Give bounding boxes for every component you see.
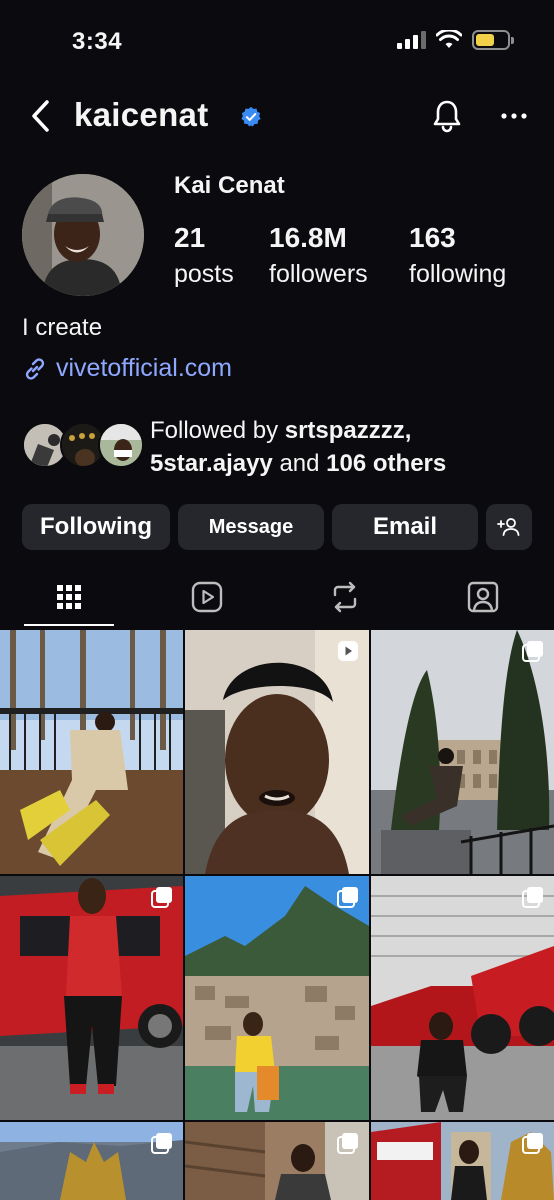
- mutual-user-2[interactable]: 5star.ajayy: [150, 450, 273, 477]
- status-bar: 3:34: [0, 0, 554, 84]
- profile-link-text[interactable]: vivetofficial.com: [56, 354, 232, 383]
- stat-following-count: 163: [409, 222, 456, 253]
- followed-by-text: Followed by srtspazzzz, 5star.ajayy and …: [150, 414, 550, 480]
- profile-header: kaicenat: [0, 86, 554, 146]
- post-thumbnail: [371, 876, 554, 1120]
- stat-followers-label: followers: [269, 260, 368, 288]
- posts-grid: [0, 630, 554, 1200]
- tagged-icon: [467, 581, 499, 613]
- more-options-button[interactable]: [494, 96, 534, 136]
- stat-followers[interactable]: 16.8M followers: [269, 222, 368, 290]
- message-button[interactable]: Message: [178, 504, 324, 550]
- multiple-photos-icon: [151, 887, 172, 908]
- multiple-photos-icon: [151, 1133, 172, 1154]
- multiple-photos-icon: [522, 887, 543, 908]
- mutual-avatars: [22, 422, 144, 470]
- verified-badge-icon: [241, 106, 261, 127]
- post-thumbnail: [185, 876, 369, 1120]
- suggested-people-button[interactable]: [486, 504, 532, 550]
- profile-bio: I create: [22, 314, 103, 341]
- repost-icon: [333, 581, 357, 613]
- stat-following-label: following: [409, 260, 507, 288]
- followed-by-row[interactable]: Followed by srtspazzzz, 5star.ajayy and …: [22, 414, 542, 478]
- profile-tabs: [0, 566, 554, 628]
- post-tile-4[interactable]: [0, 876, 183, 1120]
- profile-actions: Following Message Email: [22, 504, 534, 550]
- multiple-photos-icon: [337, 1133, 358, 1154]
- following-button[interactable]: Following: [22, 504, 170, 550]
- battery-icon: [472, 30, 514, 50]
- tab-reposts[interactable]: [276, 566, 414, 628]
- stat-posts[interactable]: 21 posts: [174, 222, 234, 290]
- post-tile-3[interactable]: [371, 630, 554, 874]
- status-icons: [397, 30, 514, 50]
- post-tile-6[interactable]: [371, 876, 554, 1120]
- stat-posts-count: 21: [174, 222, 206, 253]
- profile-avatar[interactable]: [22, 174, 144, 296]
- tab-tagged[interactable]: [414, 566, 552, 628]
- post-tile-1[interactable]: [0, 630, 183, 874]
- mutual-avatar-3: [98, 422, 144, 468]
- status-time: 3:34: [72, 28, 123, 55]
- tab-reels[interactable]: [138, 566, 276, 628]
- stat-following[interactable]: 163 following: [409, 222, 506, 290]
- mutual-user-1[interactable]: srtspazzzz,: [285, 417, 412, 444]
- multiple-photos-icon: [522, 1133, 543, 1154]
- profile-link[interactable]: vivetofficial.com: [22, 354, 232, 383]
- tab-posts-grid[interactable]: [0, 566, 138, 628]
- post-thumbnail: [0, 876, 183, 1120]
- active-tab-indicator: [24, 624, 114, 626]
- profile-username: kaicenat: [74, 96, 209, 133]
- reels-icon: [191, 581, 223, 613]
- profile-display-name: Kai Cenat: [174, 172, 285, 199]
- cellular-signal-icon: [397, 31, 426, 49]
- bell-icon: [433, 100, 461, 133]
- notifications-button[interactable]: [428, 96, 466, 136]
- grid-icon: [57, 585, 81, 609]
- wifi-icon: [436, 30, 462, 48]
- add-person-icon: [497, 518, 520, 536]
- email-button[interactable]: Email: [332, 504, 478, 550]
- post-thumbnail: [0, 630, 183, 874]
- more-horizontal-icon: [501, 113, 527, 119]
- link-icon: [25, 357, 45, 380]
- post-tile-8[interactable]: [185, 1122, 369, 1200]
- mutual-others-count[interactable]: 106 others: [326, 450, 446, 477]
- avatar-photo: [22, 174, 144, 296]
- reel-indicator-icon: [338, 641, 358, 661]
- multiple-photos-icon: [522, 641, 543, 662]
- chevron-left-icon: [32, 100, 49, 132]
- post-thumbnail: [185, 630, 369, 874]
- post-tile-9[interactable]: [371, 1122, 554, 1200]
- followed-by-and: and: [279, 450, 320, 477]
- stat-followers-count: 16.8M: [269, 222, 347, 253]
- multiple-photos-icon: [337, 887, 358, 908]
- post-thumbnail: [371, 630, 554, 874]
- post-tile-2[interactable]: [185, 630, 369, 874]
- back-button[interactable]: [22, 96, 58, 136]
- post-tile-7[interactable]: [0, 1122, 183, 1200]
- followed-by-prefix: Followed by: [150, 417, 279, 444]
- post-tile-5[interactable]: [185, 876, 369, 1120]
- stat-posts-label: posts: [174, 260, 234, 288]
